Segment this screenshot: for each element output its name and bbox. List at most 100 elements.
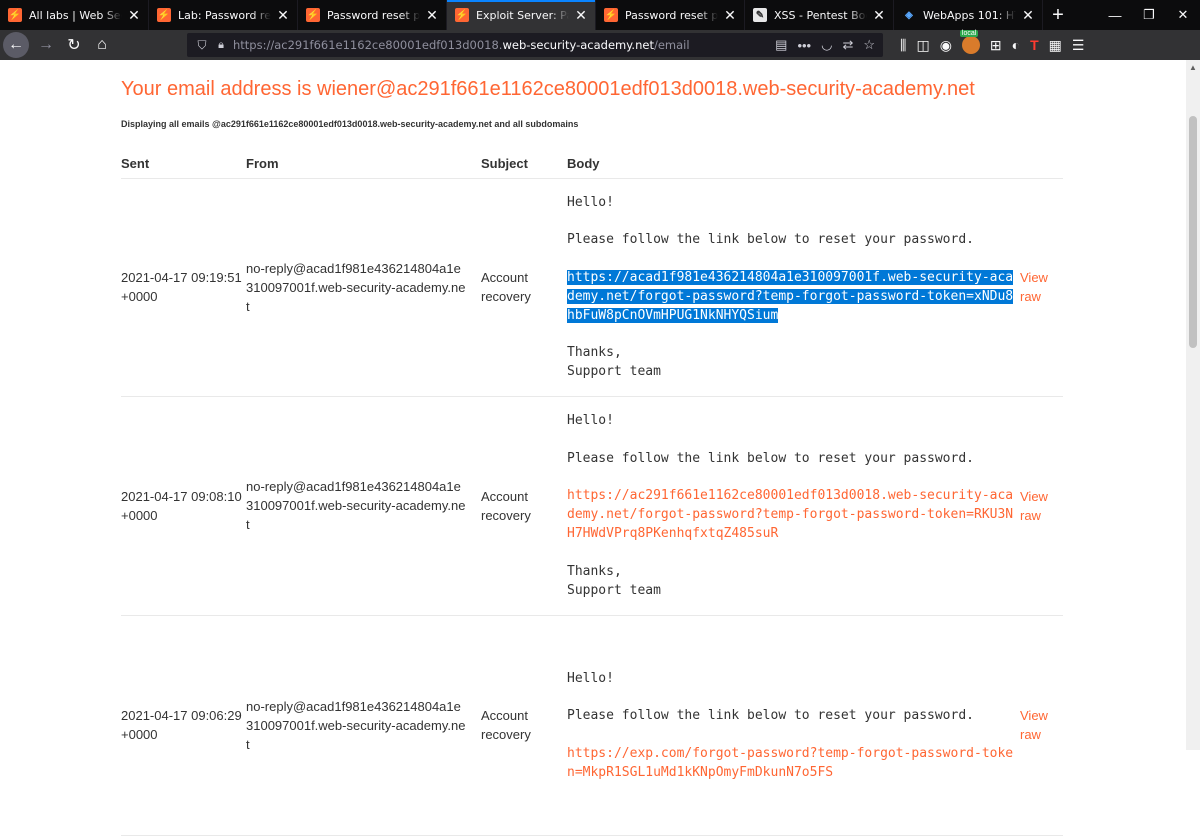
actions-cell: View raw: [1020, 396, 1063, 616]
reload-button[interactable]: ↻: [60, 31, 88, 59]
body-thanks: Thanks,: [567, 563, 622, 579]
url-bar[interactable]: ⛉ 🔒︎ https://ac291f661e1162ce80001edf013…: [187, 33, 883, 57]
tab-xss-pentest-book[interactable]: ✎ XSS - Pentest Book ✕: [745, 0, 894, 30]
view-raw-link[interactable]: View raw: [1020, 706, 1063, 744]
scroll-up-icon[interactable]: ▲: [1186, 60, 1200, 74]
close-icon[interactable]: ✕: [722, 7, 738, 23]
table-header-row: Sent From Subject Body: [121, 150, 1063, 179]
body-signature: Support team: [567, 364, 661, 380]
url-bar-actions: ▤ ••• ◡ ⇄ ☆: [775, 37, 883, 53]
tab-title: WebApps 101: HTTP: [923, 8, 1016, 22]
tab-reset-poisoning-2[interactable]: ⚡ Password reset poisoning ✕: [596, 0, 745, 30]
column-header-subject: Subject: [481, 150, 567, 179]
subject-cell: Account recovery: [481, 178, 567, 397]
from-cell: no-reply@acad1f981e436214804a1e310097001…: [246, 178, 481, 397]
tab-title: All labs | Web Security: [29, 8, 122, 22]
column-header-from: From: [246, 150, 481, 179]
body-cell: Hello! Please follow the link below to r…: [567, 396, 1020, 616]
tab-webapps-101[interactable]: ◈ WebApps 101: HTTP ✕: [894, 0, 1043, 30]
url-prefix: https://ac291f661e1162ce80001edf013d0018…: [233, 38, 503, 52]
vertical-scrollbar[interactable]: ▲: [1186, 60, 1200, 750]
close-window-icon[interactable]: ✕: [1166, 7, 1200, 23]
back-button[interactable]: ←: [3, 32, 29, 58]
table-row: 2021-04-17 09:08:10 +0000 no-reply@acad1…: [121, 396, 1063, 616]
url-host: web-security-academy.net: [502, 38, 654, 52]
extension-icon[interactable]: local: [959, 30, 980, 54]
translate-extension-icon[interactable]: ⊞: [990, 37, 1002, 54]
body-greeting: Hello!: [567, 194, 614, 210]
home-button[interactable]: ⌂: [88, 31, 116, 59]
page-actions-icon[interactable]: •••: [797, 38, 811, 53]
tab-reset-poisoning-1[interactable]: ⚡ Password reset poisoning ✕: [298, 0, 447, 30]
page-title: Your email address is wiener@ac291f661e1…: [121, 78, 975, 100]
shield-icon[interactable]: ⛉: [191, 38, 213, 53]
body-instruction: Please follow the link below to reset yo…: [567, 450, 974, 466]
sent-cell: 2021-04-17 09:19:51 +0000: [121, 178, 246, 397]
body-cell: Hello! Please follow the link below to r…: [567, 615, 1020, 836]
tab-title: Password reset poisoning: [625, 8, 718, 22]
tab-exploit-server[interactable]: ⚡ Exploit Server: Password ✕: [447, 0, 596, 30]
new-tab-button[interactable]: +: [1043, 0, 1073, 30]
from-cell: no-reply@acad1f981e436214804a1e310097001…: [246, 396, 481, 616]
portswigger-icon: ⚡: [157, 8, 171, 22]
body-greeting: Hello!: [567, 413, 614, 429]
reset-link[interactable]: https://acad1f981e436214804a1e310097001f…: [567, 269, 1014, 323]
sidebar-icon[interactable]: ◫: [916, 37, 929, 54]
actions-cell: View raw: [1020, 615, 1063, 836]
tab-title: Password reset poisoning: [327, 8, 420, 22]
reset-link[interactable]: https://exp.com/forgot-password?temp-for…: [567, 746, 1013, 780]
portswigger-icon: ⚡: [604, 8, 618, 22]
forward-button[interactable]: →: [32, 31, 60, 59]
view-raw-link[interactable]: View raw: [1020, 268, 1063, 306]
menu-icon[interactable]: ☰: [1072, 37, 1085, 54]
restore-icon[interactable]: ❐: [1132, 7, 1166, 23]
tab-title: Exploit Server: Password: [476, 8, 569, 22]
body-greeting: Hello!: [567, 670, 614, 686]
book-icon: ✎: [753, 8, 767, 22]
window-controls: — ❐ ✕: [1098, 0, 1200, 30]
bookmark-star-icon[interactable]: ☆: [863, 37, 875, 53]
tab-title: Lab: Password reset poisoning: [178, 8, 271, 22]
close-icon[interactable]: ✕: [275, 7, 291, 23]
toolbar-right: ⫼ ◫ ◉ local ⊞ ◐ T ▦ ☰: [900, 30, 1084, 60]
minimize-icon[interactable]: —: [1098, 8, 1132, 23]
reset-link[interactable]: https://ac291f661e1162ce80001edf013d0018…: [567, 488, 1013, 541]
tab-all-labs[interactable]: ⚡ All labs | Web Security ✕: [0, 0, 149, 30]
library-icon[interactable]: ⫼: [900, 37, 906, 54]
tab-title: XSS - Pentest Book: [774, 8, 867, 22]
table-row: 2021-04-17 09:06:29 +0000 no-reply@acad1…: [121, 615, 1063, 836]
portswigger-icon: ⚡: [306, 8, 320, 22]
close-icon[interactable]: ✕: [573, 7, 589, 23]
column-header-body: Body: [567, 150, 1020, 179]
translate-icon[interactable]: ⇄: [842, 37, 853, 53]
tab-strip: ⚡ All labs | Web Security ✕ ⚡ Lab: Passw…: [0, 0, 1200, 30]
body-instruction: Please follow the link below to reset yo…: [567, 708, 974, 723]
portswigger-icon: ⚡: [8, 8, 22, 22]
url-text[interactable]: https://ac291f661e1162ce80001edf013d0018…: [233, 38, 690, 52]
sent-cell: 2021-04-17 09:06:29 +0000: [121, 615, 246, 836]
lock-icon[interactable]: 🔒︎: [213, 39, 229, 52]
body-instruction: Please follow the link below to reset yo…: [567, 232, 974, 248]
close-icon[interactable]: ✕: [126, 7, 142, 23]
subject-cell: Account recovery: [481, 396, 567, 616]
from-cell: no-reply@acad1f981e436214804a1e310097001…: [246, 615, 481, 836]
account-icon[interactable]: ◉: [940, 37, 952, 54]
close-icon[interactable]: ✕: [1020, 7, 1036, 23]
actions-cell: View raw: [1020, 178, 1063, 397]
tab-lab[interactable]: ⚡ Lab: Password reset poisoning ✕: [149, 0, 298, 30]
close-icon[interactable]: ✕: [424, 7, 440, 23]
extensions-icon[interactable]: ▦: [1049, 37, 1062, 54]
pocket-icon[interactable]: ◡: [821, 37, 832, 53]
scrollbar-thumb[interactable]: [1189, 116, 1197, 348]
reader-view-icon[interactable]: ▤: [775, 37, 787, 53]
view-raw-link[interactable]: View raw: [1020, 487, 1063, 525]
extension-t-icon[interactable]: T: [1030, 37, 1039, 53]
local-badge: local: [959, 30, 979, 37]
url-path: /email: [653, 38, 690, 52]
emails-scope-note: Displaying all emails @ac291f661e1162ce8…: [121, 119, 579, 129]
close-icon[interactable]: ✕: [871, 7, 887, 23]
body-thanks: Thanks,: [567, 345, 622, 361]
proxy-extension-icon[interactable]: ◐: [1012, 37, 1020, 53]
column-header-sent: Sent: [121, 150, 246, 179]
email-table: Sent From Subject Body 2021-04-17 09:19:…: [121, 150, 1063, 836]
